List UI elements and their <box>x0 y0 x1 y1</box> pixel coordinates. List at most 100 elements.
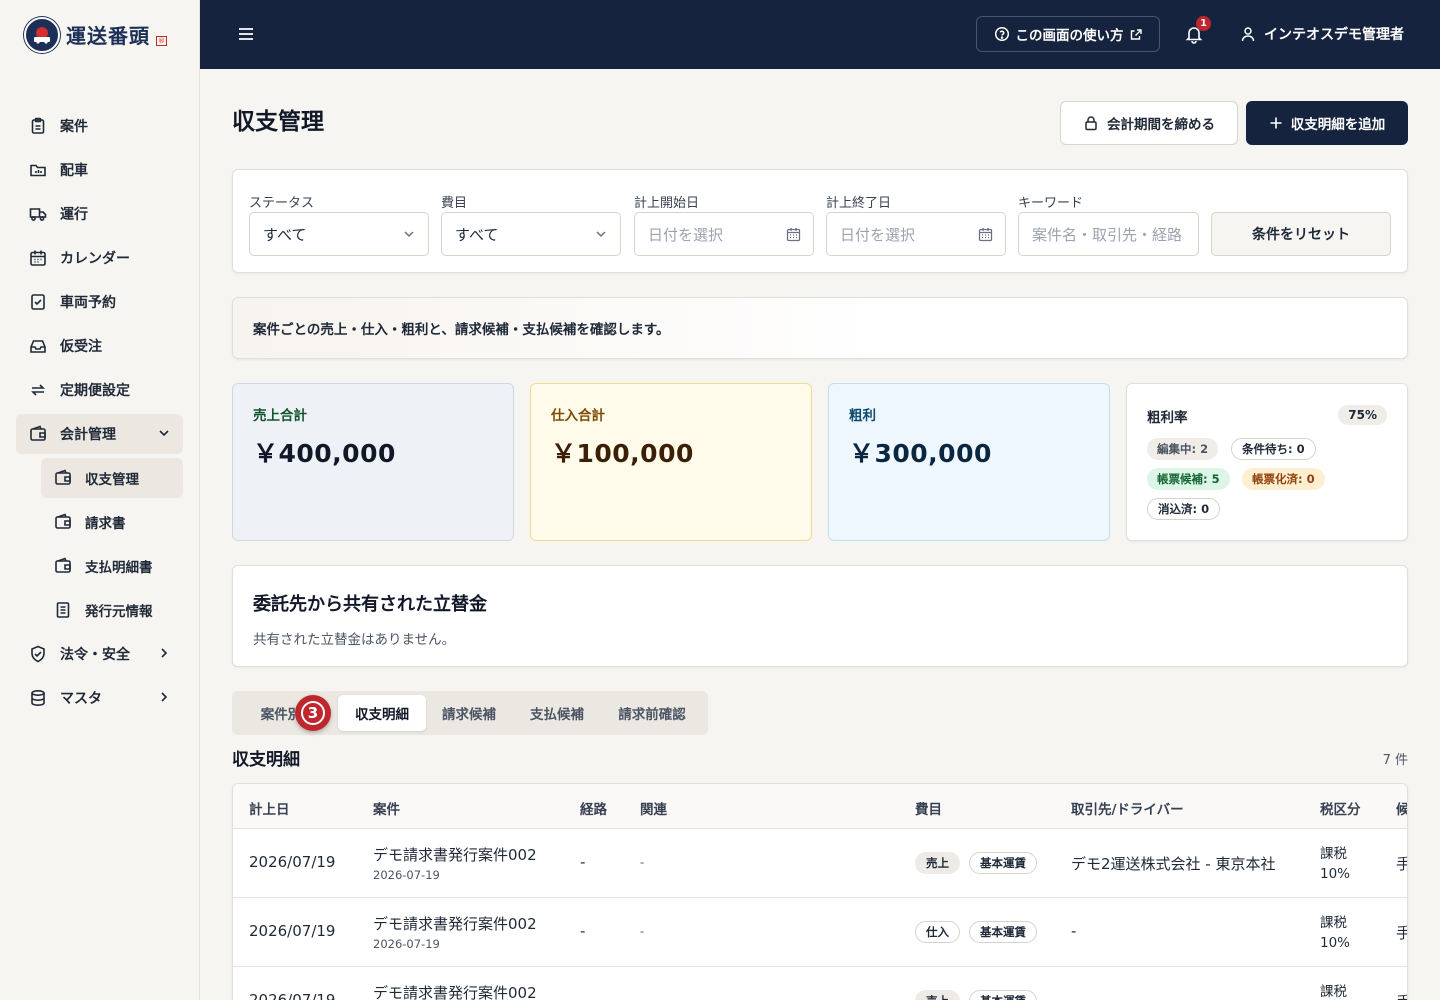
help-button[interactable]: この画面の使い方 <box>976 16 1160 52</box>
column-header-date[interactable]: 計上日 <box>249 798 290 818</box>
status-badge-cleared: 消込済: 0 <box>1147 498 1221 520</box>
sidebar-item-invoices[interactable]: 請求書 <box>41 502 183 542</box>
profit-rate-label: 粗利率 <box>1147 410 1188 426</box>
step-number-badge: 3 <box>295 695 331 731</box>
notification-badge: 1 <box>1196 16 1211 31</box>
calendar-icon <box>28 248 48 268</box>
tab-entries[interactable]: 収支明細 <box>338 695 426 731</box>
end-date-input[interactable]: 日付を選択 <box>826 212 1006 256</box>
row-extra: 手 <box>1396 853 1407 874</box>
status-badge-issued: 帳票化済: 0 <box>1242 468 1325 490</box>
calendar-icon <box>786 227 801 242</box>
close-period-label: 会計期間を締める <box>1107 117 1215 133</box>
topbar: この画面の使い方 1 インテオスデモ管理者 <box>200 0 1440 69</box>
wallet-icon <box>53 468 73 488</box>
shared-advances-empty: 共有された立替金はありません。 <box>253 632 456 648</box>
sidebar-item-income-expense[interactable]: 収支管理 <box>41 458 183 498</box>
sales-total-label: 売上合計 <box>253 408 307 424</box>
column-header-partner[interactable]: 取引先/ドライバー <box>1071 798 1184 818</box>
sidebar-item-vehicle-booking[interactable]: 車両予約 <box>16 282 183 322</box>
gross-profit-card: 粗利 ￥300,000 <box>828 383 1110 541</box>
start-date-input[interactable]: 日付を選択 <box>634 212 814 256</box>
sidebar-item-accounting[interactable]: 会計管理 <box>16 414 183 454</box>
sidebar-item-compliance[interactable]: 法令・安全 <box>16 634 183 674</box>
sidebar-item-label: 法令・安全 <box>60 647 130 663</box>
sidebar-item-calendar[interactable]: カレンダー <box>16 238 183 278</box>
document-icon <box>53 600 73 620</box>
status-badge-candidate: 帳票候補: 5 <box>1147 468 1230 490</box>
sidebar-item-tentative-orders[interactable]: 仮受注 <box>16 326 183 366</box>
keyword-placeholder: 案件名・取引先・経路 <box>1032 225 1183 244</box>
add-entry-label: 収支明細を追加 <box>1290 117 1386 133</box>
row-date: 2026/07/19 <box>249 922 336 940</box>
column-header-case[interactable]: 案件 <box>373 798 400 818</box>
user-menu[interactable]: インテオスデモ管理者 <box>1240 24 1404 44</box>
wallet-icon <box>28 424 48 444</box>
row-type-badge: 売上 <box>915 990 960 1000</box>
sidebar-item-label: 収支管理 <box>85 472 139 488</box>
row-partner: デモ2運送株式会社 - 東京本社 <box>1071 855 1276 873</box>
column-header-tax[interactable]: 税区分 <box>1320 798 1361 818</box>
table-row[interactable]: 2026/07/19 デモ請求書発行案件002 売上 基本運賃 課税 手 <box>233 967 1407 1000</box>
status-select[interactable]: すべて <box>249 212 429 256</box>
row-related: - <box>640 855 645 869</box>
reset-filters-button[interactable]: 条件をリセット <box>1211 212 1391 256</box>
sidebar-item-label: 車両予約 <box>60 295 116 311</box>
entry-count: 7 件 <box>1382 753 1408 768</box>
chevron-down-icon <box>594 227 608 241</box>
sidebar-item-label: 発行元情報 <box>85 604 153 620</box>
column-header-related[interactable]: 関連 <box>640 798 667 818</box>
sidebar-item-label: 運行 <box>60 207 88 223</box>
sidebar-item-dispatch[interactable]: 配車 <box>16 150 183 190</box>
row-item-badge: 基本運賃 <box>969 990 1037 1000</box>
end-date-label: 計上終了日 <box>826 196 892 211</box>
wallet-icon <box>53 512 73 532</box>
shared-advances-panel: 委託先から共有された立替金 共有された立替金はありません。 <box>232 565 1408 667</box>
sidebar-item-label: カレンダー <box>60 251 130 267</box>
sidebar-item-regular-routes[interactable]: 定期便設定 <box>16 370 183 410</box>
row-case[interactable]: デモ請求書発行案件002 <box>373 913 537 934</box>
row-type-badge: 売上 <box>915 852 960 874</box>
logo[interactable]: 運送番頭 ® <box>0 0 199 69</box>
sidebar-item-payment-statements[interactable]: 支払明細書 <box>41 546 183 586</box>
table-header: 計上日 案件 経路 関連 費目 取引先/ドライバー 税区分 候 <box>233 784 1407 829</box>
category-select[interactable]: すべて <box>441 212 621 256</box>
status-badge-editing: 編集中: 2 <box>1147 438 1219 460</box>
table-row[interactable]: 2026/07/19 デモ請求書発行案件002 2026-07-19 - - 仕… <box>233 898 1407 967</box>
table-row[interactable]: 2026/07/19 デモ請求書発行案件002 2026-07-19 - - 売… <box>233 829 1407 898</box>
sidebar-item-issuer-info[interactable]: 発行元情報 <box>41 590 183 630</box>
sidebar-item-cases[interactable]: 案件 <box>16 106 183 146</box>
add-entry-button[interactable]: 収支明細を追加 <box>1246 101 1408 145</box>
category-filter-label: 費目 <box>441 196 468 211</box>
status-select-value: すべて <box>263 225 307 244</box>
row-tax-rate: 10% <box>1320 935 1351 951</box>
tab-billing-candidates[interactable]: 請求候補 <box>430 695 508 731</box>
row-related: - <box>640 924 645 938</box>
column-header-route[interactable]: 経路 <box>580 798 607 818</box>
close-period-button[interactable]: 会計期間を締める <box>1060 101 1238 145</box>
truck-icon <box>28 204 48 224</box>
chevron-right-icon <box>157 646 171 660</box>
tab-pre-billing-check[interactable]: 請求前確認 <box>606 695 698 731</box>
column-header-category[interactable]: 費目 <box>915 798 942 818</box>
menu-icon[interactable] <box>236 24 256 44</box>
entries-table: 計上日 案件 経路 関連 費目 取引先/ドライバー 税区分 候 2026/07/… <box>232 783 1408 1000</box>
chevron-down-icon <box>402 227 416 241</box>
chevron-down-icon <box>157 426 171 440</box>
wallet-icon <box>53 556 73 576</box>
row-case[interactable]: デモ請求書発行案件002 <box>373 844 537 865</box>
sidebar-item-operations[interactable]: 運行 <box>16 194 183 234</box>
filter-panel: ステータス すべて 費目 すべて 計上開始日 日付を選択 計上終了日 日付を選択… <box>232 169 1408 273</box>
sidebar-item-label: 会計管理 <box>60 427 116 443</box>
sidebar-item-label: 請求書 <box>85 516 126 532</box>
tab-payment-candidates[interactable]: 支払候補 <box>518 695 596 731</box>
logo-emblem-icon <box>24 16 60 53</box>
keyword-input[interactable]: 案件名・取引先・経路 <box>1018 212 1199 256</box>
row-item-badge: 基本運賃 <box>969 852 1037 874</box>
sidebar-item-master[interactable]: マスタ <box>16 678 183 718</box>
row-tax-rate: 10% <box>1320 866 1351 882</box>
purchase-total-value: ￥100,000 <box>551 439 694 468</box>
row-case[interactable]: デモ請求書発行案件002 <box>373 982 537 1000</box>
start-date-placeholder: 日付を選択 <box>648 225 724 244</box>
column-header-truncated[interactable]: 候 <box>1396 798 1407 818</box>
